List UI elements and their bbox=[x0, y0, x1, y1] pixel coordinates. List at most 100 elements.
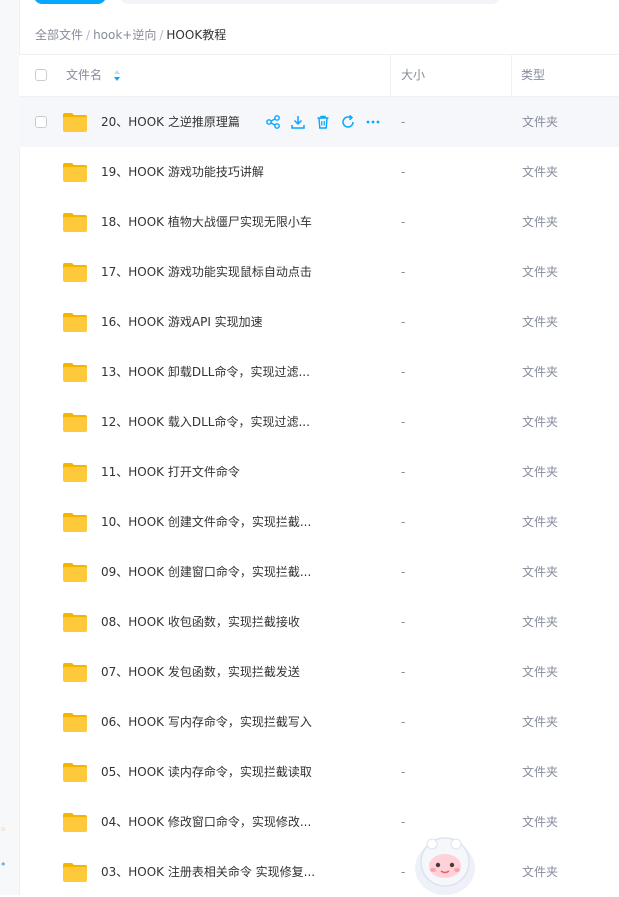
file-name[interactable]: 10、HOOK 创建文件命令，实现拦截... bbox=[101, 497, 311, 547]
file-name[interactable]: 19、HOOK 游戏功能技巧讲解 bbox=[101, 147, 264, 197]
column-header-size[interactable]: 大小 bbox=[401, 55, 425, 96]
table-row[interactable]: 03、HOOK 注册表相关命令 实现修复... - 文件夹 bbox=[19, 847, 619, 897]
more-icon[interactable] bbox=[365, 114, 381, 130]
sort-icon[interactable] bbox=[113, 70, 120, 81]
table-row[interactable]: 11、HOOK 打开文件命令 - 文件夹 bbox=[19, 447, 619, 497]
table-row[interactable]: 07、HOOK 发包函数，实现拦截发送 - 文件夹 bbox=[19, 647, 619, 697]
file-type: 文件夹 bbox=[522, 115, 559, 129]
file-size: - bbox=[401, 215, 406, 229]
file-type: 文件夹 bbox=[522, 715, 559, 729]
sidebar-partial-icon: ◦ bbox=[0, 823, 7, 836]
row-checkbox[interactable] bbox=[35, 116, 47, 128]
folder-icon bbox=[63, 663, 87, 682]
folder-icon bbox=[63, 213, 87, 232]
breadcrumb-root[interactable]: 全部文件 bbox=[35, 28, 83, 42]
folder-icon bbox=[63, 363, 87, 382]
file-name[interactable]: 08、HOOK 收包函数，实现拦截接收 bbox=[101, 597, 300, 647]
file-name[interactable]: 09、HOOK 创建窗口命令，实现拦截... bbox=[101, 547, 311, 597]
breadcrumb-separator: / bbox=[86, 28, 91, 42]
file-type: 文件夹 bbox=[522, 615, 559, 629]
delete-icon[interactable] bbox=[315, 114, 331, 130]
file-name[interactable]: 11、HOOK 打开文件命令 bbox=[101, 447, 240, 497]
file-type: 文件夹 bbox=[522, 315, 559, 329]
folder-icon bbox=[63, 563, 87, 582]
file-size: - bbox=[401, 415, 406, 429]
file-type: 文件夹 bbox=[522, 465, 559, 479]
table-header: 文件名 大小 类型 bbox=[19, 54, 619, 97]
folder-icon bbox=[63, 413, 87, 432]
file-size: - bbox=[401, 265, 406, 279]
file-name[interactable]: 20、HOOK 之逆推原理篇 bbox=[101, 97, 240, 147]
file-size: - bbox=[401, 515, 406, 529]
file-size: - bbox=[401, 615, 406, 629]
table-row[interactable]: 06、HOOK 写内存命令，实现拦截写入 - 文件夹 bbox=[19, 697, 619, 747]
column-header-name[interactable]: 文件名 bbox=[66, 55, 120, 96]
file-type: 文件夹 bbox=[522, 365, 559, 379]
share-icon[interactable] bbox=[265, 114, 281, 130]
file-name[interactable]: 06、HOOK 写内存命令，实现拦截写入 bbox=[101, 697, 312, 747]
file-type: 文件夹 bbox=[522, 665, 559, 679]
table-row[interactable]: 13、HOOK 卸载DLL命令，实现过滤... - 文件夹 bbox=[19, 347, 619, 397]
download-icon[interactable] bbox=[290, 114, 306, 130]
folder-icon bbox=[63, 113, 87, 132]
file-name[interactable]: 05、HOOK 读内存命令，实现拦截读取 bbox=[101, 747, 312, 797]
folder-icon bbox=[63, 463, 87, 482]
folder-icon bbox=[63, 863, 87, 882]
file-size: - bbox=[401, 765, 406, 779]
file-size: - bbox=[401, 465, 406, 479]
table-row[interactable]: 09、HOOK 创建窗口命令，实现拦截... - 文件夹 bbox=[19, 547, 619, 597]
table-row[interactable]: 16、HOOK 游戏API 实现加速 - 文件夹 bbox=[19, 297, 619, 347]
file-size: - bbox=[401, 565, 406, 579]
column-divider[interactable] bbox=[390, 55, 391, 96]
column-divider[interactable] bbox=[511, 55, 512, 96]
file-size: - bbox=[401, 865, 406, 879]
folder-icon bbox=[63, 263, 87, 282]
upload-button[interactable] bbox=[34, 0, 106, 4]
column-header-name-label: 文件名 bbox=[66, 68, 103, 82]
file-type: 文件夹 bbox=[522, 165, 559, 179]
file-type: 文件夹 bbox=[522, 415, 559, 429]
breadcrumb-current: HOOK教程 bbox=[166, 28, 227, 42]
row-actions bbox=[265, 114, 390, 130]
file-name[interactable]: 07、HOOK 发包函数，实现拦截发送 bbox=[101, 647, 300, 697]
breadcrumb-parent[interactable]: hook+逆向 bbox=[93, 28, 156, 42]
file-name[interactable]: 04、HOOK 修改窗口命令，实现修改... bbox=[101, 797, 311, 847]
sidebar-partial-icon-2: • bbox=[0, 858, 7, 871]
file-name[interactable]: 13、HOOK 卸载DLL命令，实现过滤... bbox=[101, 347, 310, 397]
file-type: 文件夹 bbox=[522, 265, 559, 279]
file-size: - bbox=[401, 815, 406, 829]
file-type: 文件夹 bbox=[522, 565, 559, 579]
table-row[interactable]: 17、HOOK 游戏功能实现鼠标自动点击 - 文件夹 bbox=[19, 247, 619, 297]
table-row[interactable]: 18、HOOK 植物大战僵尸实现无限小车 - 文件夹 bbox=[19, 197, 619, 247]
search-input[interactable] bbox=[120, 0, 500, 4]
file-size: - bbox=[401, 715, 406, 729]
breadcrumb-separator: / bbox=[159, 28, 164, 42]
file-size: - bbox=[401, 665, 406, 679]
file-type: 文件夹 bbox=[522, 215, 559, 229]
file-name[interactable]: 16、HOOK 游戏API 实现加速 bbox=[101, 297, 263, 347]
select-all-checkbox[interactable] bbox=[35, 69, 47, 81]
table-row[interactable]: 19、HOOK 游戏功能技巧讲解 - 文件夹 bbox=[19, 147, 619, 197]
breadcrumb: 全部文件 / hook+逆向 / HOOK教程 bbox=[35, 26, 226, 43]
folder-icon bbox=[63, 513, 87, 532]
table-row[interactable]: 04、HOOK 修改窗口命令，实现修改... - 文件夹 bbox=[19, 797, 619, 847]
left-sidebar-edge: ◦ • bbox=[0, 0, 20, 895]
folder-icon bbox=[63, 613, 87, 632]
column-header-type[interactable]: 类型 bbox=[521, 55, 545, 96]
table-row[interactable]: 05、HOOK 读内存命令，实现拦截读取 - 文件夹 bbox=[19, 747, 619, 797]
file-size: - bbox=[401, 315, 406, 329]
table-row[interactable]: 12、HOOK 载入DLL命令，实现过滤... - 文件夹 bbox=[19, 397, 619, 447]
file-table: 文件名 大小 类型 20、HOOK 之逆推原理篇 - 文件夹 19、HOOK 游… bbox=[19, 54, 619, 897]
refresh-icon[interactable] bbox=[340, 114, 356, 130]
table-row[interactable]: 10、HOOK 创建文件命令，实现拦截... - 文件夹 bbox=[19, 497, 619, 547]
file-name[interactable]: 03、HOOK 注册表相关命令 实现修复... bbox=[101, 847, 315, 897]
assistant-mascot-icon[interactable] bbox=[410, 830, 480, 895]
file-name[interactable]: 17、HOOK 游戏功能实现鼠标自动点击 bbox=[101, 247, 312, 297]
table-row[interactable]: 20、HOOK 之逆推原理篇 - 文件夹 bbox=[19, 97, 619, 147]
file-name[interactable]: 12、HOOK 载入DLL命令，实现过滤... bbox=[101, 397, 310, 447]
file-name[interactable]: 18、HOOK 植物大战僵尸实现无限小车 bbox=[101, 197, 312, 247]
table-row[interactable]: 08、HOOK 收包函数，实现拦截接收 - 文件夹 bbox=[19, 597, 619, 647]
folder-icon bbox=[63, 763, 87, 782]
file-type: 文件夹 bbox=[522, 765, 559, 779]
file-size: - bbox=[401, 115, 406, 129]
